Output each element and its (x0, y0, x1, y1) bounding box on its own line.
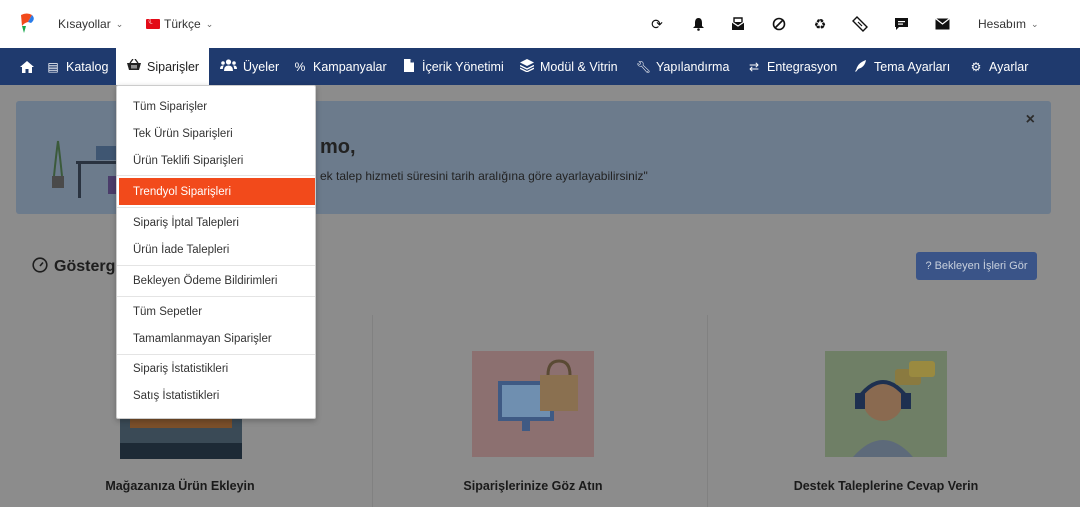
dropdown-divider (117, 354, 315, 355)
users-icon (219, 59, 237, 74)
dropdown-divider (117, 265, 315, 266)
card-title-support[interactable]: Destek Taleplerine Cevap Verin (736, 479, 1036, 493)
nav-label: Tema Ayarları (874, 59, 951, 74)
dropdown-item-order-statistics[interactable]: Sipariş İstatistikleri (117, 357, 315, 381)
dropdown-item-cancel-requests[interactable]: Sipariş İptal Talepleri (117, 211, 315, 235)
support-illustration (825, 351, 947, 457)
dropdown-item-all-carts[interactable]: Tüm Sepetler (117, 300, 315, 324)
chevron-down-icon: ⌄ (205, 18, 214, 29)
percent-icon: % (294, 59, 306, 74)
dropdown-item-pending-payments[interactable]: Bekleyen Ödeme Bildirimleri (117, 269, 315, 293)
nav-label: Üyeler (243, 59, 280, 74)
banner-title: mo, (320, 136, 356, 158)
orders-dropdown: Tüm Siparişler Tek Ürün Siparişleri Ürün… (116, 85, 316, 419)
nav-kampanyalar[interactable]: % Kampanyalar (293, 48, 387, 85)
dropdown-item-all-orders[interactable]: Tüm Siparişler (117, 95, 315, 119)
nav-icerik-yonetimi[interactable]: İçerik Yönetimi (402, 48, 504, 85)
dropdown-divider (117, 175, 315, 176)
account-label: Hesabım (978, 17, 1027, 31)
file-icon: ▤ (47, 59, 59, 74)
language-selector[interactable]: Türkçe ⌄ (146, 0, 213, 48)
refresh-icon[interactable]: ⟳ (647, 14, 667, 34)
home-icon (20, 60, 34, 73)
nav-label: Siparişler (147, 59, 200, 74)
language-label: Türkçe (164, 17, 201, 31)
nav-label: İçerik Yönetimi (422, 59, 504, 74)
nav-label: Modül & Vitrin (540, 59, 618, 74)
dashboard-title-text: Gösterge (54, 258, 125, 275)
column-divider (707, 315, 708, 507)
nav-ayarlar[interactable]: ⚙ Ayarlar (969, 48, 1029, 85)
turkey-flag-icon (146, 16, 160, 29)
column-divider (372, 315, 373, 507)
shortcuts-menu[interactable]: Kısayollar ⌄ (58, 0, 123, 48)
mailbox-icon[interactable] (728, 14, 748, 34)
layers-icon (519, 58, 535, 75)
feather-icon (854, 59, 868, 75)
gauge-icon (32, 257, 48, 277)
account-menu[interactable]: Hesabım ⌄ (978, 0, 1039, 48)
nav-siparisler[interactable]: Siparişler (116, 48, 209, 85)
nav-label: Yapılandırma (656, 59, 730, 74)
chevron-down-icon: ⌄ (115, 18, 124, 29)
basket-icon (127, 58, 141, 74)
nav-label: Kampanyalar (313, 59, 387, 74)
banner-text: ek talep hizmeti süresini tarih aralığın… (320, 169, 648, 183)
chevron-down-icon: ⌄ (1031, 18, 1039, 29)
shopping-illustration (472, 351, 594, 457)
dropdown-item-incomplete-orders[interactable]: Tamamlanmayan Siparişler (117, 327, 315, 351)
card-title-view-orders[interactable]: Siparişlerinize Göz Atın (383, 479, 683, 493)
ticket-icon[interactable] (850, 14, 870, 34)
pending-tasks-button[interactable]: ? Bekleyen İşleri Gör (916, 252, 1037, 280)
comment-icon[interactable] (891, 14, 911, 34)
pending-tasks-label: Bekleyen İşleri Gör (934, 260, 1028, 272)
card-title-add-product[interactable]: Mağazanıza Ürün Ekleyin (30, 479, 330, 493)
nav-uyeler[interactable]: Üyeler (219, 48, 279, 85)
gear-icon: ⚙ (970, 59, 982, 74)
nav-tema-ayarlari[interactable]: Tema Ayarları (854, 48, 950, 85)
dropdown-item-return-requests[interactable]: Ürün İade Talepleri (117, 238, 315, 262)
dropdown-divider (117, 207, 315, 208)
nav-label: Entegrasyon (767, 59, 838, 74)
shortcuts-label: Kısayollar (58, 17, 111, 31)
exchange-icon: ⇄ (748, 59, 760, 74)
nav-yapilandirma[interactable]: 🔧︎ Yapılandırma (636, 48, 729, 85)
dropdown-item-offer-orders[interactable]: Ürün Teklifi Siparişleri (117, 149, 315, 173)
ban-icon[interactable] (769, 14, 789, 34)
nav-label: Ayarlar (989, 59, 1029, 74)
dashboard-title: Gösterge (32, 257, 124, 277)
main-nav: ▤ Katalog Siparişler Üyeler % Kampanyala… (0, 48, 1080, 85)
top-bar: Kısayollar ⌄ Türkçe ⌄ ⟳ ♻ Hesabım ⌄ (0, 0, 1080, 48)
nav-modul-vitrin[interactable]: Modül & Vitrin (519, 48, 618, 85)
dropdown-divider (117, 296, 315, 297)
bell-icon[interactable] (688, 14, 708, 34)
dropdown-item-single-product-orders[interactable]: Tek Ürün Siparişleri (117, 122, 315, 146)
logo-icon[interactable] (18, 12, 36, 34)
recycle-icon[interactable]: ♻ (810, 14, 830, 34)
nav-label: Katalog (66, 59, 109, 74)
nav-katalog[interactable]: ▤ Katalog (46, 48, 108, 85)
question-icon: ? (925, 260, 932, 272)
envelope-icon[interactable] (932, 14, 952, 34)
wrench-icon: 🔧︎ (636, 59, 652, 74)
dropdown-item-trendyol-orders[interactable]: Trendyol Siparişleri (119, 178, 315, 205)
nav-home[interactable] (20, 48, 34, 85)
nav-entegrasyon[interactable]: ⇄ Entegrasyon (747, 48, 837, 85)
dropdown-item-sales-statistics[interactable]: Satış İstatistikleri (117, 384, 315, 408)
document-icon (402, 58, 416, 75)
close-icon[interactable]: × (1026, 111, 1035, 129)
